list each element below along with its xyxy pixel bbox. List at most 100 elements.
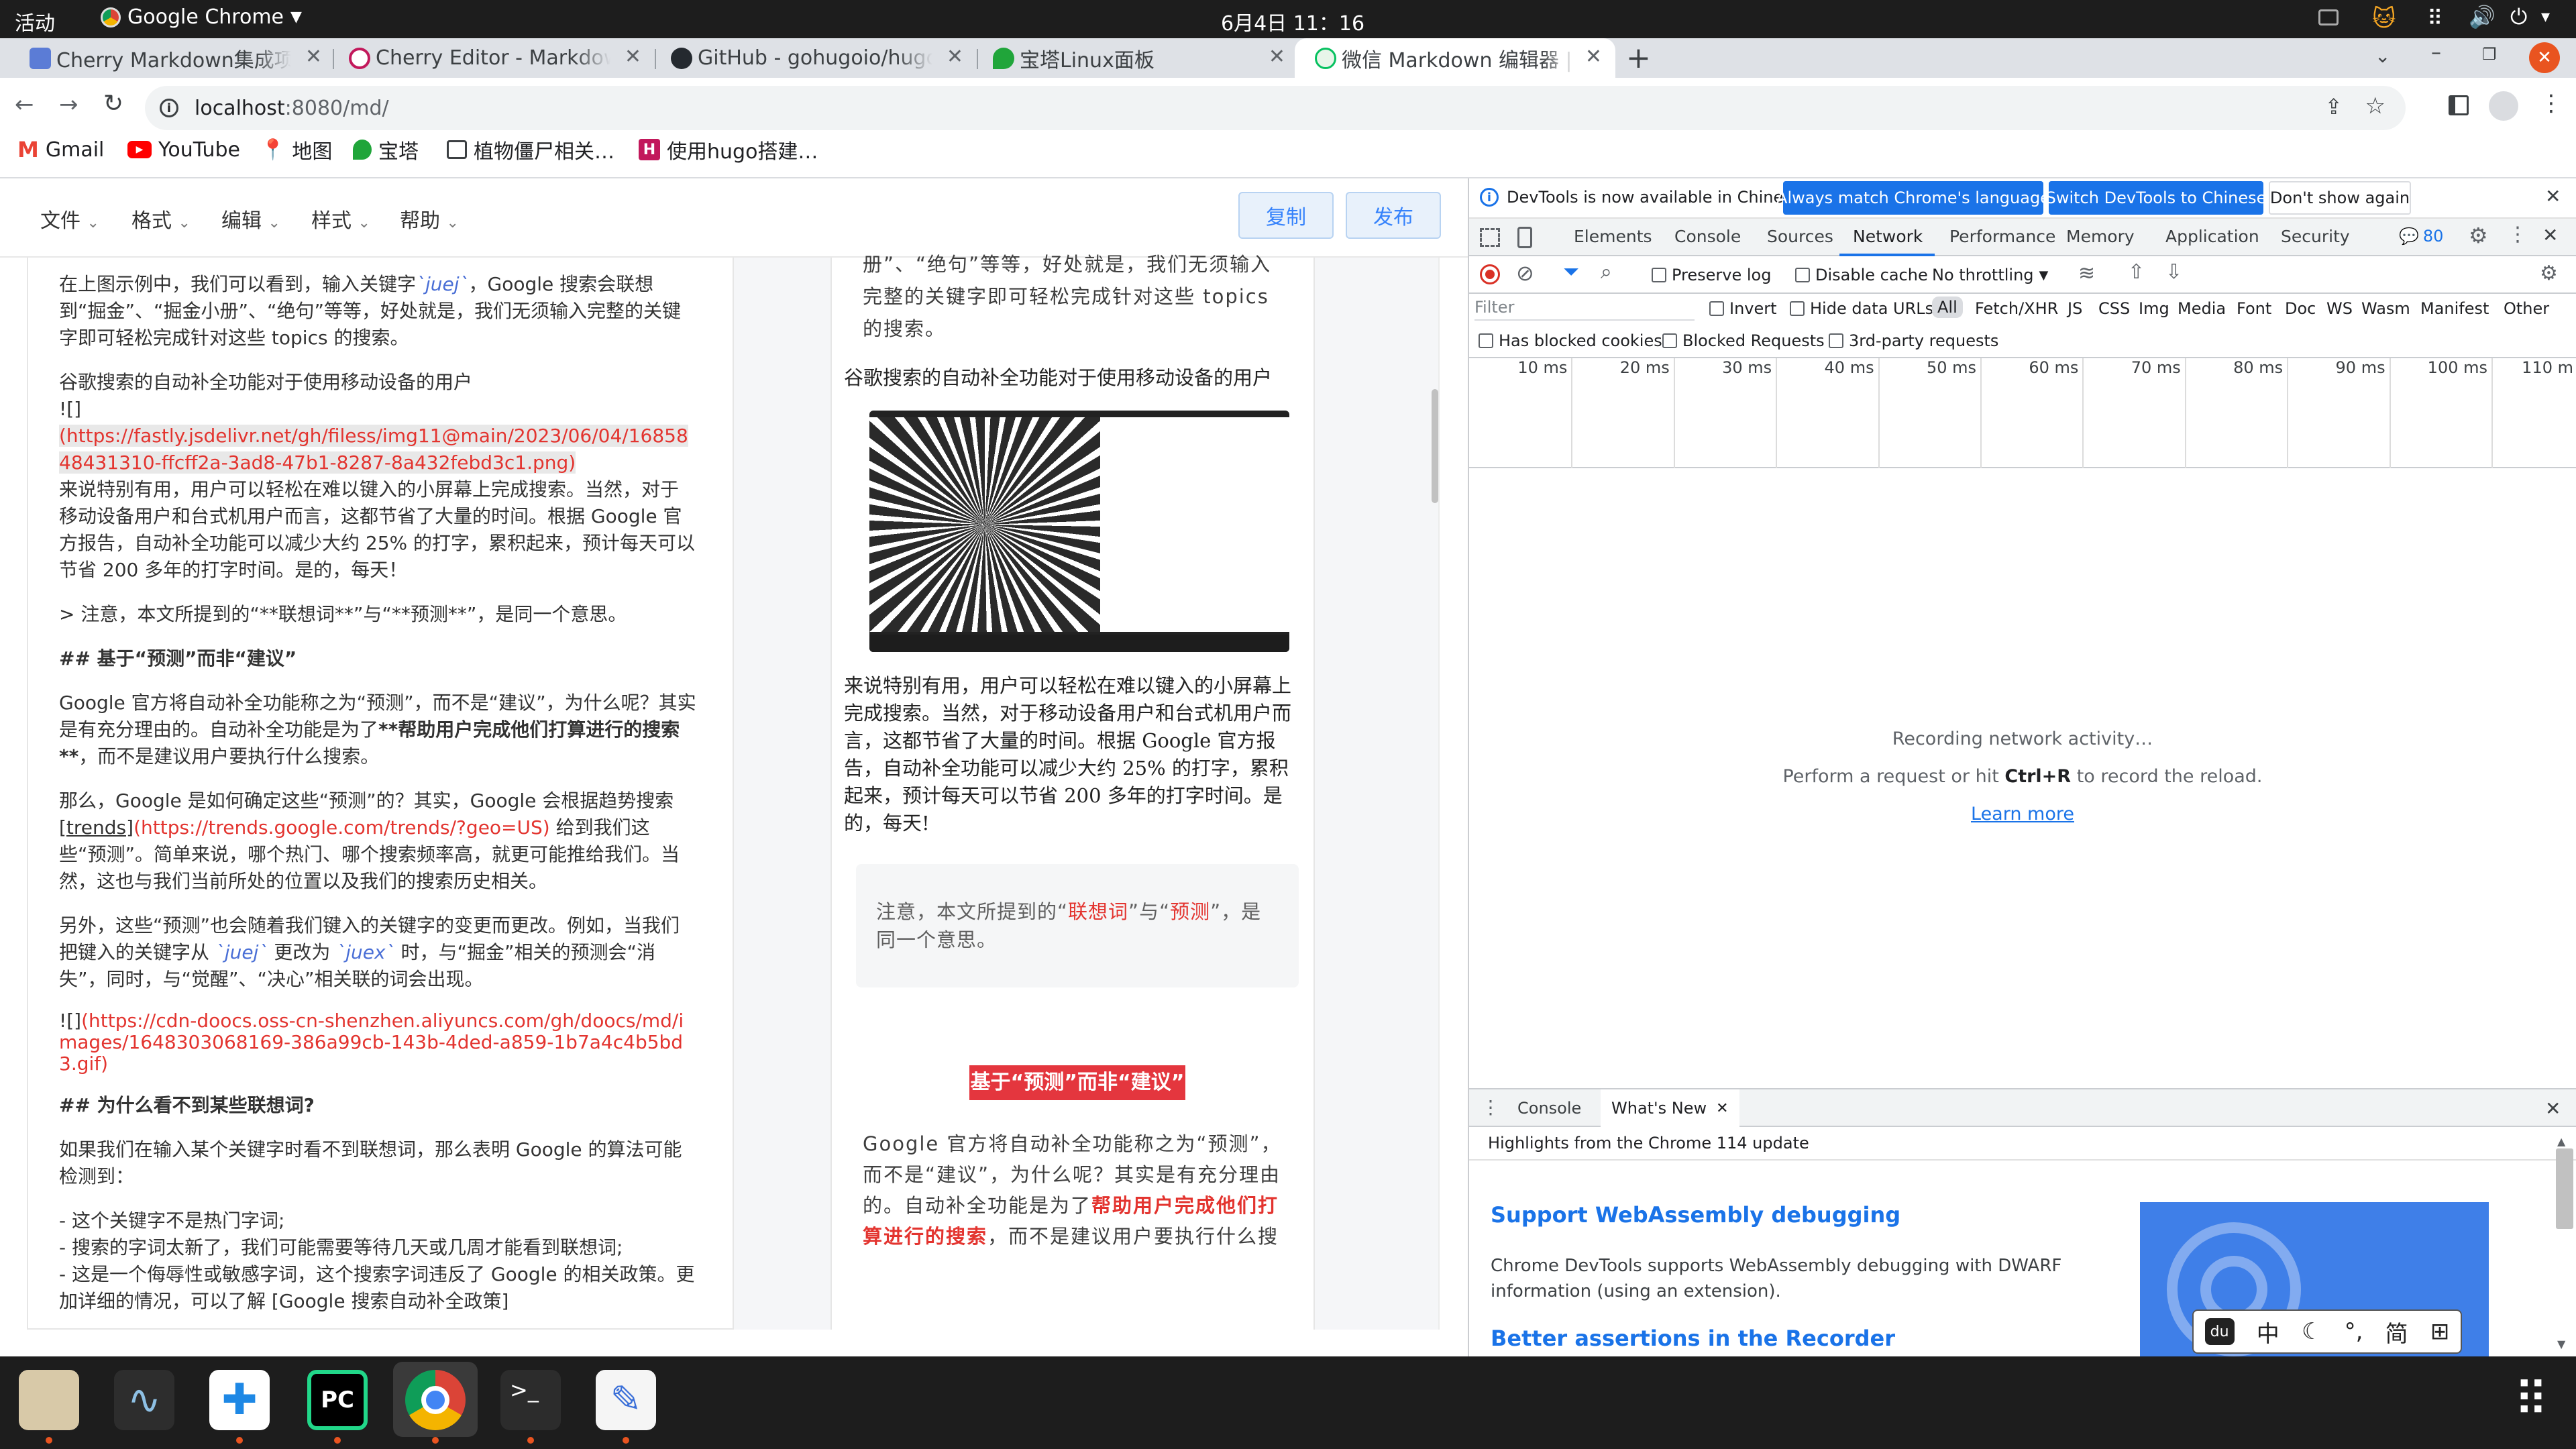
checkbox-box[interactable] [1662, 333, 1677, 348]
bookmark-gmail[interactable]: M Gmail [17, 131, 104, 168]
settings-gear-icon[interactable]: ⚙ [2469, 223, 2488, 248]
show-applications-icon[interactable]: ⠿ [2501, 1370, 2561, 1430]
type-filter-all[interactable]: All [1932, 297, 1963, 318]
text-editor-app-icon[interactable]: ✎ [596, 1370, 656, 1430]
preserve-log-checkbox[interactable]: Preserve log [1652, 266, 1771, 284]
close-tab-icon[interactable]: ✕ [947, 45, 963, 68]
close-tab-icon[interactable]: ✕ [1585, 45, 1602, 68]
devtools-menu-icon[interactable]: ⋮ [2508, 223, 2528, 246]
ime-halfwidth-toggle[interactable]: ☾ [2302, 1318, 2322, 1345]
type-filter-media[interactable]: Media [2178, 299, 2226, 318]
checkbox-box[interactable] [1652, 268, 1666, 282]
files-app-icon[interactable] [19, 1370, 79, 1430]
devtools-tab-sources[interactable]: Sources [1767, 227, 1833, 246]
cat-tray-icon[interactable]: 🐱 [2372, 5, 2396, 32]
tab-cherry-integration[interactable]: Cherry Markdown集成项目 ✕ [30, 38, 322, 78]
devtools-tab-application[interactable]: Application [2165, 227, 2259, 246]
type-filter-other[interactable]: Other [2504, 299, 2549, 318]
close-tab-icon[interactable]: ✕ [1269, 45, 1285, 68]
blocked-cookies-checkbox[interactable]: Has blocked cookies [1479, 331, 1662, 350]
close-window-button[interactable]: ✕ [2529, 42, 2560, 73]
hide-data-urls-checkbox[interactable]: Hide data URLs [1790, 299, 1933, 318]
whats-new-title-2[interactable]: Better assertions in the Recorder [1491, 1326, 1895, 1351]
devtools-tab-security[interactable]: Security [2281, 227, 2350, 246]
export-har-icon[interactable]: ⇩ [2165, 260, 2182, 284]
clock[interactable]: 6月4日 11：16 [1221, 7, 1364, 36]
close-tab-icon[interactable]: ✕ [1716, 1100, 1728, 1117]
bookmark-star-icon[interactable]: ☆ [2365, 93, 2385, 119]
record-icon[interactable] [1480, 264, 1500, 284]
match-language-button[interactable]: Always match Chrome's language [1776, 181, 2050, 215]
preview-scrollbar-thumb[interactable] [1432, 389, 1438, 503]
power-icon[interactable]: ⏻ [2510, 4, 2527, 30]
devtools-tab-performance[interactable]: Performance [1949, 227, 2055, 246]
filter-input[interactable]: Filter [1474, 298, 1695, 321]
blocked-requests-checkbox[interactable]: Blocked Requests [1662, 331, 1825, 350]
address-bar[interactable]: i localhost :8080/md/ ⇪ ☆ [145, 86, 2406, 130]
todesk-app-icon[interactable]: ✚ [209, 1370, 270, 1430]
devtools-tab-elements[interactable]: Elements [1574, 227, 1652, 246]
reload-button[interactable]: ↻ [103, 90, 123, 117]
close-infobar-icon[interactable]: ✕ [2545, 185, 2561, 207]
tab-cherry-editor[interactable]: Cherry Editor - Markdown ✕ [349, 38, 641, 78]
site-info-icon[interactable]: i [160, 99, 178, 117]
drawer-menu-icon[interactable]: ⋮ [1481, 1096, 1500, 1118]
close-devtools-icon[interactable]: ✕ [2542, 224, 2558, 246]
network-settings-gear-icon[interactable]: ⚙ [2540, 262, 2558, 285]
device-toolbar-icon[interactable] [1517, 227, 1532, 248]
terminal-app-icon[interactable]: >_ [500, 1370, 561, 1430]
switch-chinese-button[interactable]: Switch DevTools to Chinese [2046, 181, 2266, 215]
chrome-app-icon[interactable] [405, 1370, 466, 1430]
search-icon[interactable]: ⌕ [1601, 260, 1612, 284]
app-menu[interactable]: Google Chrome ▼ [101, 5, 302, 29]
type-filter-js[interactable]: JS [2068, 299, 2082, 318]
import-har-icon[interactable]: ⇧ [2128, 260, 2145, 284]
ime-menu-icon[interactable]: ⊞ [2430, 1318, 2450, 1345]
checkbox-box[interactable] [1709, 301, 1724, 316]
tab-search-chevron-icon[interactable]: ⌄ [2375, 45, 2390, 67]
tab-github-hugo[interactable]: GitHub - gohugoio/hugo: ✕ [671, 38, 963, 78]
profile-avatar[interactable] [2489, 91, 2518, 121]
close-drawer-icon[interactable]: ✕ [2545, 1097, 2561, 1120]
close-tab-icon[interactable]: ✕ [305, 45, 322, 68]
activities-button[interactable]: 活动 [15, 7, 55, 36]
filter-icon[interactable]: ⏷ [1563, 260, 1579, 284]
menu-format[interactable]: 格式 ⌄ [131, 204, 191, 233]
disable-cache-checkbox[interactable]: Disable cache [1795, 266, 1928, 284]
chrome-menu-icon[interactable]: ⋮ [2540, 90, 2563, 117]
type-filter-manifest[interactable]: Manifest [2420, 299, 2489, 318]
third-party-checkbox[interactable]: 3rd-party requests [1829, 331, 1998, 350]
volume-icon[interactable]: 🔊 [2469, 4, 2496, 30]
checkbox-box[interactable] [1790, 301, 1805, 316]
type-filter-wasm[interactable]: Wasm [2361, 299, 2410, 318]
ime-punctuation-toggle[interactable]: °, [2345, 1318, 2363, 1345]
minimize-button[interactable]: – [2431, 41, 2441, 64]
forward-button[interactable]: → [59, 91, 78, 118]
issues-badge[interactable]: 💬 80 [2392, 224, 2450, 248]
menu-edit[interactable]: 编辑 ⌄ [221, 204, 280, 233]
bookmark-pvz[interactable]: 植物僵尸相关… [447, 131, 614, 168]
scroll-up-arrow-icon[interactable]: ▲ [2557, 1135, 2565, 1148]
type-filter-font[interactable]: Font [2237, 299, 2271, 318]
close-tab-icon[interactable]: ✕ [625, 45, 641, 68]
side-panel-icon[interactable] [2449, 95, 2469, 115]
tab-wechat-md[interactable]: 微信 Markdown 编辑器 | D ✕ [1295, 38, 1615, 78]
system-monitor-icon[interactable]: ∿ [114, 1370, 174, 1430]
new-tab-button[interactable]: + [1626, 41, 1651, 75]
tab-baota[interactable]: 宝塔Linux面板 ✕ [993, 38, 1285, 78]
whats-new-title-1[interactable]: Support WebAssembly debugging [1491, 1202, 1900, 1228]
network-conditions-icon[interactable]: ≋ [2078, 262, 2095, 285]
editor-content[interactable]: 在上图示例中，我们可以看到，输入关键字`juej`，Google 搜索会联想到“… [59, 271, 696, 1324]
bookmark-maps[interactable]: 📍 地图 [260, 131, 332, 168]
ime-toolbar[interactable]: du 中 ☾ °, 简 ⊞ [2192, 1309, 2462, 1354]
type-filter-fetch[interactable]: Fetch/XHR [1975, 299, 2058, 318]
bookmark-youtube[interactable]: ▶ YouTube [127, 131, 240, 168]
whats-new-scrollbar-thumb[interactable] [2556, 1148, 2573, 1229]
checkbox-box[interactable] [1795, 268, 1810, 282]
throttling-select[interactable]: No throttling ▼ [1932, 266, 2048, 284]
bookmark-baota[interactable]: 宝塔 [353, 131, 419, 168]
tray-icon[interactable] [2318, 9, 2339, 25]
clear-icon[interactable]: ⊘ [1516, 260, 1534, 286]
type-filter-img[interactable]: Img [2139, 299, 2169, 318]
copy-button[interactable]: 复制 [1238, 192, 1334, 239]
